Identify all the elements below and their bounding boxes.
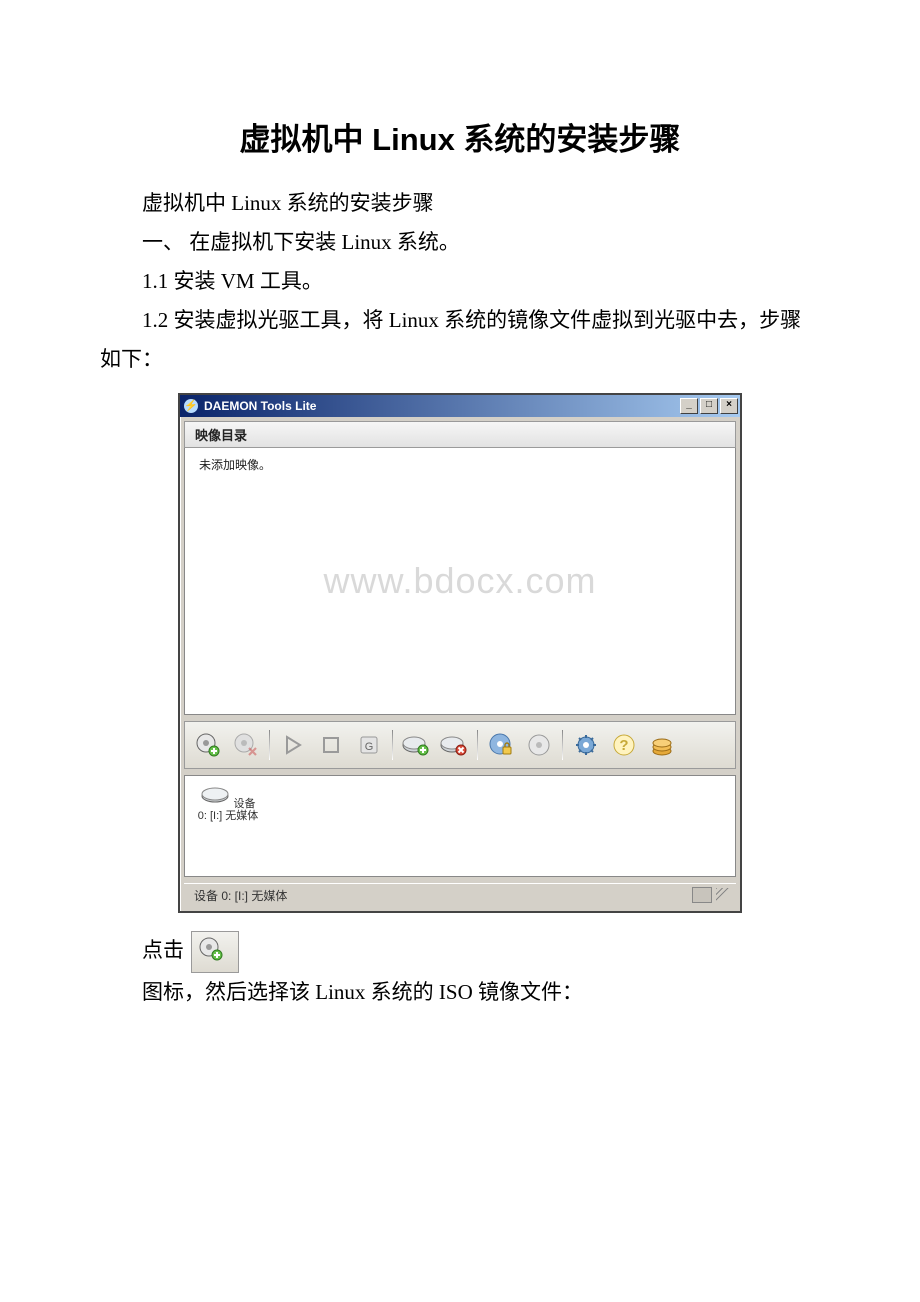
disc-icon (527, 733, 551, 757)
close-button[interactable]: × (720, 398, 738, 414)
image-catalog-list[interactable]: 未添加映像。 www.bdocx.com (184, 448, 736, 715)
add-image-button[interactable] (191, 728, 225, 762)
document-title: 虚拟机中 Linux 系统的安装步骤 (100, 120, 820, 160)
help-button[interactable]: ? (607, 728, 641, 762)
maximize-button[interactable]: □ (700, 398, 718, 414)
toolbar-divider (269, 730, 270, 760)
remove-device-button[interactable] (437, 728, 471, 762)
toolbar-divider (392, 730, 393, 760)
add-image-icon (198, 936, 224, 962)
app-icon: ⚡ (184, 399, 198, 413)
remove-image-button[interactable] (229, 728, 263, 762)
svg-text:G: G (365, 741, 374, 753)
disc-lock-icon (488, 732, 514, 758)
window-title: DAEMON Tools Lite (204, 399, 316, 413)
click-label: 点击 (142, 937, 184, 961)
settings-button[interactable] (569, 728, 603, 762)
paragraph: 一、 在虚拟机下安装 Linux 系统。 (100, 223, 820, 262)
paragraph: 图标，然后选择该 Linux 系统的 ISO 镜像文件： (100, 973, 820, 1012)
stop-button[interactable] (314, 728, 348, 762)
remove-image-icon (233, 732, 259, 758)
disc-button[interactable] (522, 728, 556, 762)
toolbar-divider (562, 730, 563, 760)
device-panel[interactable]: 设备 0: [I:] 无媒体 (184, 775, 736, 877)
add-device-button[interactable] (399, 728, 433, 762)
paragraph: 虚拟机中 Linux 系统的安装步骤 (100, 184, 820, 223)
play-button[interactable] (276, 728, 310, 762)
stop-icon (321, 735, 341, 755)
paragraph: 1.1 安装 VM 工具。 (100, 262, 820, 301)
empty-list-text: 未添加映像。 (199, 458, 271, 472)
coins-icon (649, 732, 675, 758)
daemon-tools-window: ⚡ DAEMON Tools Lite _ □ × 映像目录 未添加映像。 ww… (178, 393, 742, 913)
drive-icon (200, 784, 230, 804)
mount-region-icon: G (358, 734, 380, 756)
mount-region-button[interactable]: G (352, 728, 386, 762)
settings-gear-icon (573, 732, 599, 758)
status-tray-icon (692, 887, 712, 903)
paragraph: 1.2 安装虚拟光驱工具，将 Linux 系统的镜像文件虚拟到光驱中去，步骤如下… (100, 301, 820, 379)
toolbar: G (184, 721, 736, 769)
paragraph: 点击 (100, 931, 820, 973)
inline-add-image-icon-reference (191, 931, 239, 973)
toolbar-divider (477, 730, 478, 760)
svg-text:?: ? (619, 737, 628, 754)
minimize-button[interactable]: _ (680, 398, 698, 414)
remove-device-icon (440, 733, 468, 757)
status-text: 设备 0: [I:] 无媒体 (194, 887, 688, 904)
status-bar: 设备 0: [I:] 无媒体 (184, 883, 736, 907)
play-icon (282, 734, 304, 756)
coins-button[interactable] (645, 728, 679, 762)
window-titlebar[interactable]: ⚡ DAEMON Tools Lite _ □ × (180, 395, 740, 417)
help-icon: ? (612, 733, 636, 757)
image-catalog-header: 映像目录 (184, 421, 736, 448)
resize-gripper-icon[interactable] (716, 888, 730, 902)
add-image-icon (195, 732, 221, 758)
watermark-text: www.bdocx.com (323, 560, 596, 602)
add-device-icon (402, 733, 430, 757)
virtual-device-item[interactable]: 设备 0: [I:] 无媒体 (195, 784, 261, 823)
disc-lock-button[interactable] (484, 728, 518, 762)
